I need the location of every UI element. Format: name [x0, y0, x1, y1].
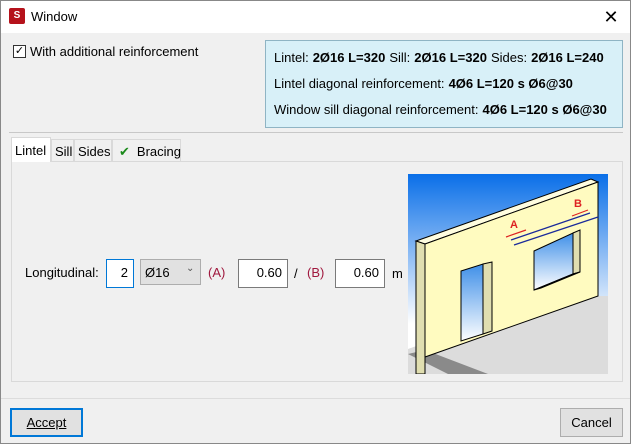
- tab-sill[interactable]: Sill: [51, 139, 74, 162]
- accept-button[interactable]: Accept: [10, 408, 83, 437]
- door-opening: [460, 263, 484, 342]
- window-title: Window: [31, 9, 78, 24]
- b-label: (B): [307, 265, 325, 280]
- lintel-diag-value: 4Ø6 L=120 s Ø6@30: [448, 76, 573, 91]
- reinforcement-summary: Lintel: 2Ø16 L=320 Sill: 2Ø16 L=320 Sides: 2Ø…: [265, 40, 623, 128]
- wall-side: [415, 240, 426, 374]
- tab-label: Sides: [78, 144, 111, 159]
- tab-sides[interactable]: Sides: [74, 139, 112, 162]
- sides-value: 2Ø16 L=240: [531, 50, 604, 65]
- accept-label: Accept: [26, 415, 67, 430]
- door-jamb: [482, 261, 493, 335]
- tab-lintel[interactable]: Lintel: [11, 137, 51, 162]
- length-a-input[interactable]: 0.60: [238, 259, 288, 288]
- tab-label: Lintel: [15, 143, 47, 158]
- tab-label: Bracing: [136, 144, 181, 159]
- title-bar: [1, 1, 630, 33]
- chevron-down-icon: ⌄: [186, 263, 195, 274]
- unit-label: m: [392, 266, 403, 281]
- divider: [9, 132, 623, 133]
- sill-label: Sill:: [389, 50, 411, 65]
- window-jamb: [572, 229, 581, 275]
- label-b: B: [574, 198, 582, 210]
- additional-reinforcement-checkbox[interactable]: ✓: [13, 45, 26, 58]
- check-icon: ✔: [119, 144, 130, 159]
- label-a: A: [510, 219, 518, 231]
- diameter-value: Ø16: [145, 265, 170, 280]
- lintel-illustration: A B: [408, 174, 608, 374]
- a-label: (A): [208, 265, 226, 280]
- tab-label: Sill: [55, 144, 73, 159]
- tab-bracing[interactable]: ✔ Bracing: [112, 139, 181, 162]
- additional-reinforcement-label[interactable]: With additional reinforcement: [30, 44, 198, 59]
- length-b-input[interactable]: 0.60: [335, 259, 385, 288]
- lintel-diag-label: Lintel diagonal reinforcement:: [274, 76, 445, 91]
- longitudinal-label: Longitudinal:: [25, 265, 99, 280]
- separator: /: [294, 266, 298, 281]
- bar-count-input[interactable]: 2: [106, 259, 134, 288]
- lintel-label: Lintel:: [274, 50, 309, 65]
- sill-diag-value: 4Ø6 L=120 s Ø6@30: [482, 102, 607, 117]
- sill-diag-label: Window sill diagonal reinforcement:: [274, 102, 479, 117]
- close-button[interactable]: ✕: [597, 4, 625, 30]
- cancel-button[interactable]: Cancel: [560, 408, 623, 437]
- footer-divider: [1, 398, 630, 399]
- lintel-value: 2Ø16 L=320: [312, 50, 386, 65]
- sides-label: Sides:: [490, 50, 528, 65]
- app-icon: S: [9, 8, 25, 24]
- sill-value: 2Ø16 L=320: [414, 50, 487, 65]
